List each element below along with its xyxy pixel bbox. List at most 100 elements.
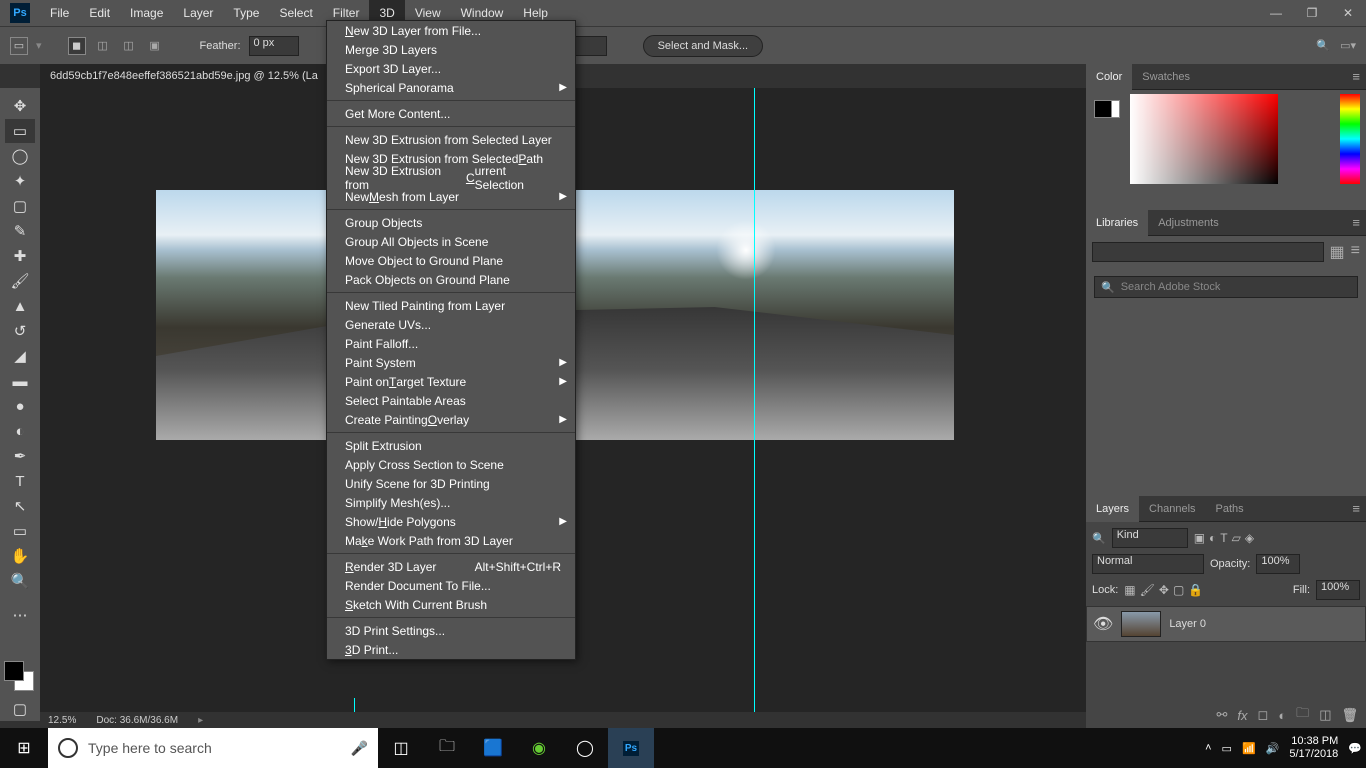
new-layer-icon[interactable]: ◫ <box>1319 707 1331 723</box>
opacity-input[interactable]: 100% <box>1256 554 1300 574</box>
guide-vertical[interactable] <box>754 88 755 712</box>
tray-expand-icon[interactable]: ˄ <box>1205 742 1211 754</box>
utorrent-icon[interactable]: ◉ <box>516 728 562 768</box>
menu-item[interactable]: 3D Print... <box>327 640 575 659</box>
filter-shape-icon[interactable]: ▱ <box>1232 531 1241 545</box>
battery-icon[interactable]: ▭ <box>1222 742 1232 755</box>
menu-item[interactable]: New 3D Layer from File... <box>327 21 575 40</box>
menu-item[interactable]: New 3D Extrusion from Selected Layer <box>327 130 575 149</box>
filter-smart-icon[interactable]: ◈ <box>1245 531 1254 545</box>
lock-all-icon[interactable]: 🔒 <box>1188 583 1203 597</box>
tab-layers[interactable]: Layers <box>1086 496 1139 522</box>
explorer-icon[interactable]: 🗀 <box>424 728 470 768</box>
menu-type[interactable]: Type <box>223 0 269 26</box>
menu-item[interactable]: Paint Falloff... <box>327 334 575 353</box>
tab-color[interactable]: Color <box>1086 64 1132 90</box>
tab-channels[interactable]: Channels <box>1139 496 1205 522</box>
move-tool[interactable]: ✥ <box>5 94 35 118</box>
menu-item[interactable]: Export 3D Layer... <box>327 59 575 78</box>
tab-adjustments[interactable]: Adjustments <box>1148 210 1229 236</box>
color-field[interactable] <box>1130 94 1278 184</box>
visibility-icon[interactable]: 👁 <box>1093 614 1113 634</box>
photoshop-taskbar-icon[interactable]: Ps <box>608 728 654 768</box>
taskbar-search[interactable]: Type here to search 🎤 <box>48 728 378 768</box>
menu-item[interactable]: Simplify Mesh(es)... <box>327 493 575 512</box>
zoom-tool[interactable]: 🔍 <box>5 569 35 593</box>
panel-menu-icon[interactable]: ≡ <box>1352 215 1360 230</box>
menu-layer[interactable]: Layer <box>173 0 223 26</box>
menu-item[interactable]: New Mesh from Layer▶ <box>327 187 575 206</box>
filter-pixel-icon[interactable]: ▣ <box>1194 531 1205 545</box>
tab-paths[interactable]: Paths <box>1206 496 1254 522</box>
menu-item[interactable]: Render Document To File... <box>327 576 575 595</box>
pen-tool[interactable]: ✒ <box>5 444 35 468</box>
hue-slider[interactable] <box>1340 94 1360 184</box>
chrome-icon[interactable]: ◯ <box>562 728 608 768</box>
subtract-selection-icon[interactable]: ◫ <box>120 37 138 55</box>
volume-icon[interactable]: 🔊 <box>1266 742 1280 755</box>
menu-edit[interactable]: Edit <box>79 0 120 26</box>
menu-item[interactable]: Paint System▶ <box>327 353 575 372</box>
restore-button[interactable]: ❐ <box>1294 0 1330 26</box>
quick-select-tool[interactable]: ✦ <box>5 169 35 193</box>
healing-tool[interactable]: ✚ <box>5 244 35 268</box>
lock-pixels-icon[interactable]: 🖌 <box>1140 583 1155 597</box>
menu-item[interactable]: Move Object to Ground Plane <box>327 251 575 270</box>
eraser-tool[interactable]: ◢ <box>5 344 35 368</box>
screen-mode-icon[interactable]: ▢ <box>5 697 35 721</box>
zoom-level[interactable]: 12.5% <box>48 715 76 726</box>
intersect-selection-icon[interactable]: ▣ <box>146 37 164 55</box>
lasso-tool[interactable]: ◯ <box>5 144 35 168</box>
history-brush-tool[interactable]: ↺ <box>5 319 35 343</box>
crop-tool[interactable]: ▢ <box>5 194 35 218</box>
stock-search-input[interactable]: 🔍 Search Adobe Stock <box>1094 276 1358 298</box>
minimize-button[interactable]: — <box>1258 0 1294 26</box>
blur-tool[interactable]: ● <box>5 394 35 418</box>
lock-artboard-icon[interactable]: ▢ <box>1173 583 1184 597</box>
menu-file[interactable]: File <box>40 0 79 26</box>
brush-tool[interactable]: 🖌 <box>5 269 35 293</box>
hand-tool[interactable]: ✋ <box>5 544 35 568</box>
lock-transparent-icon[interactable]: ▦ <box>1124 583 1135 597</box>
blend-mode-select[interactable]: Normal <box>1092 554 1204 574</box>
dodge-tool[interactable]: ◐ <box>5 419 35 443</box>
filter-type-icon[interactable]: T <box>1220 531 1227 545</box>
select-and-mask-button[interactable]: Select and Mask... <box>643 35 764 57</box>
menu-item[interactable]: 3D Print Settings... <box>327 621 575 640</box>
menu-item[interactable]: Apply Cross Section to Scene <box>327 455 575 474</box>
link-icon[interactable]: ⚯ <box>1216 707 1227 723</box>
add-selection-icon[interactable]: ◫ <box>94 37 112 55</box>
search-icon[interactable]: 🔍 <box>1316 39 1330 52</box>
task-view-icon[interactable]: ◫ <box>378 728 424 768</box>
wifi-icon[interactable]: 📶 <box>1242 742 1256 755</box>
type-tool[interactable]: T <box>5 469 35 493</box>
feather-input[interactable]: 0 px <box>249 36 299 56</box>
menu-item[interactable]: Render 3D LayerAlt+Shift+Ctrl+R <box>327 557 575 576</box>
grid-view-icon[interactable]: ▦ <box>1330 242 1345 262</box>
menu-item[interactable]: Create Painting Overlay▶ <box>327 410 575 429</box>
store-icon[interactable]: 🟦 <box>470 728 516 768</box>
filter-adjust-icon[interactable]: ◐ <box>1209 531 1216 545</box>
layer-row[interactable]: 👁 Layer 0 <box>1086 606 1366 642</box>
menu-item[interactable]: Show/Hide Polygons▶ <box>327 512 575 531</box>
menu-item[interactable]: Group All Objects in Scene <box>327 232 575 251</box>
filter-kind-select[interactable]: Kind <box>1112 528 1188 548</box>
marquee-tool-indicator[interactable]: ▭ <box>10 37 28 55</box>
menu-item[interactable]: Split Extrusion <box>327 436 575 455</box>
menu-image[interactable]: Image <box>120 0 173 26</box>
tab-libraries[interactable]: Libraries <box>1086 210 1148 236</box>
panel-menu-icon[interactable]: ≡ <box>1352 501 1360 516</box>
stamp-tool[interactable]: ▲ <box>5 294 35 318</box>
close-button[interactable]: ✕ <box>1330 0 1366 26</box>
menu-item[interactable]: Group Objects <box>327 213 575 232</box>
panel-menu-icon[interactable]: ≡ <box>1352 69 1360 84</box>
menu-item[interactable]: Paint on Target Texture▶ <box>327 372 575 391</box>
menu-select[interactable]: Select <box>269 0 322 26</box>
fx-icon[interactable]: fx <box>1237 708 1247 723</box>
new-selection-icon[interactable]: ◼ <box>68 37 86 55</box>
document-tab[interactable]: 6dd59cb1f7e848eeffef386521abd59e.jpg @ 1… <box>40 64 328 88</box>
mic-icon[interactable]: 🎤 <box>351 740 368 757</box>
adjustment-icon[interactable]: ◐ <box>1278 708 1286 723</box>
eyedropper-tool[interactable]: ✎ <box>5 219 35 243</box>
gradient-tool[interactable]: ▬ <box>5 369 35 393</box>
